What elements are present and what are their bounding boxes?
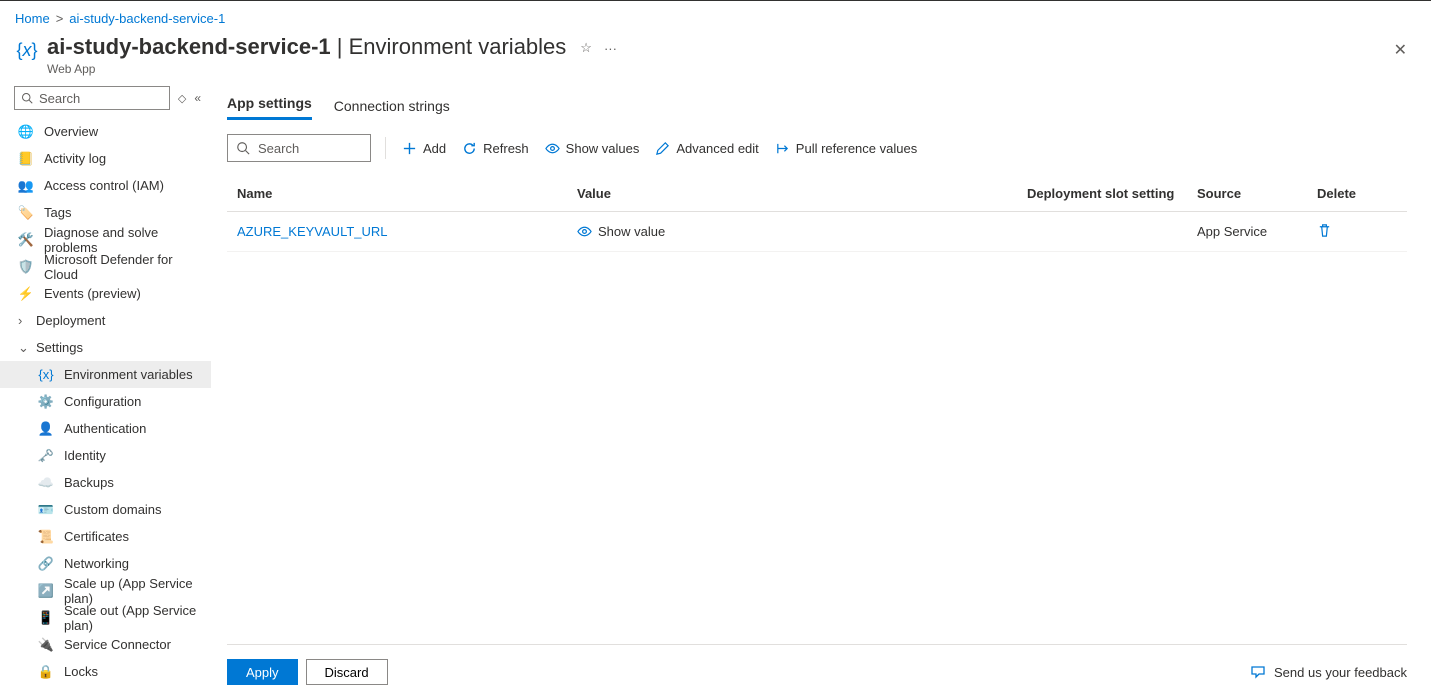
- person-icon: 👤: [38, 421, 54, 437]
- globe-icon: 🌐: [18, 124, 34, 140]
- delete-button[interactable]: [1317, 223, 1397, 241]
- sidebar-item-scale-up[interactable]: ↗️Scale up (App Service plan): [0, 577, 211, 604]
- sidebar-item-authentication[interactable]: 👤Authentication: [0, 415, 211, 442]
- sidebar-search-input[interactable]: Search: [14, 86, 170, 110]
- sidebar-item-networking[interactable]: 🔗Networking: [0, 550, 211, 577]
- sidebar-item-access-control[interactable]: 👥Access control (IAM): [0, 172, 211, 199]
- bolt-icon: ⚡: [18, 286, 34, 302]
- trash-icon: [1317, 223, 1332, 238]
- log-icon: 📒: [18, 151, 34, 167]
- search-icon: [236, 141, 250, 155]
- table-header: Name Value Deployment slot setting Sourc…: [227, 176, 1407, 212]
- shield-icon: 🛡️: [18, 259, 34, 275]
- eye-icon: [545, 141, 560, 156]
- sidebar-item-events[interactable]: ⚡Events (preview): [0, 280, 211, 307]
- chevron-down-icon: ⌄: [18, 340, 28, 356]
- sidebar-item-certificates[interactable]: 📜Certificates: [0, 523, 211, 550]
- col-name[interactable]: Name: [237, 186, 577, 201]
- sidebar-item-locks[interactable]: 🔒Locks: [0, 658, 211, 685]
- sidebar-item-environment-variables[interactable]: {x}Environment variables: [0, 361, 211, 388]
- toolbar: Search Add Refresh Show values Advanced …: [227, 120, 1431, 170]
- col-delete: Delete: [1317, 186, 1397, 201]
- show-value-button[interactable]: Show value: [577, 224, 1027, 239]
- lock-icon: 🔒: [38, 664, 54, 680]
- cert-icon: 📜: [38, 529, 54, 545]
- col-slot[interactable]: Deployment slot setting: [1027, 186, 1197, 201]
- footer: Apply Discard Send us your feedback: [227, 644, 1407, 685]
- sidebar-item-tags[interactable]: 🏷️Tags: [0, 199, 211, 226]
- feedback-icon: [1250, 664, 1266, 680]
- key-icon: 🗝️: [38, 448, 54, 464]
- pencil-icon: [655, 141, 670, 156]
- breadcrumb: Home > ai-study-backend-service-1: [0, 0, 1431, 32]
- scaleout-icon: 📱: [38, 610, 54, 626]
- toolbar-search-input[interactable]: Search: [227, 134, 371, 162]
- more-icon[interactable]: ···: [604, 41, 617, 56]
- sidebar: Search ◇ « 🌐Overview 📒Activity log 👥Acce…: [0, 86, 211, 699]
- scaleup-icon: ↗️: [38, 583, 54, 599]
- brackets-icon: {x}: [38, 367, 54, 383]
- resource-type-label: Web App: [47, 62, 566, 76]
- breadcrumb-current[interactable]: ai-study-backend-service-1: [69, 11, 225, 26]
- close-icon[interactable]: ✕: [1394, 40, 1407, 60]
- apply-button[interactable]: Apply: [227, 659, 298, 685]
- people-icon: 👥: [18, 178, 34, 194]
- sidebar-item-custom-domains[interactable]: 🪪Custom domains: [0, 496, 211, 523]
- table-row: AZURE_KEYVAULT_URL Show value App Servic…: [227, 212, 1407, 252]
- feedback-link[interactable]: Send us your feedback: [1250, 664, 1407, 680]
- refresh-icon: [462, 141, 477, 156]
- sliders-icon: ⚙️: [38, 394, 54, 410]
- sidebar-item-overview[interactable]: 🌐Overview: [0, 118, 211, 145]
- sidebar-group-settings[interactable]: ⌄Settings: [0, 334, 211, 361]
- expand-icon[interactable]: ◇: [178, 92, 186, 105]
- breadcrumb-home[interactable]: Home: [15, 11, 50, 26]
- show-values-button[interactable]: Show values: [543, 139, 642, 158]
- sidebar-item-activity-log[interactable]: 📒Activity log: [0, 145, 211, 172]
- tab-connection-strings[interactable]: Connection strings: [334, 92, 450, 120]
- pull-reference-button[interactable]: Pull reference values: [773, 139, 919, 158]
- connector-icon: 🔌: [38, 637, 54, 653]
- sidebar-item-configuration[interactable]: ⚙️Configuration: [0, 388, 211, 415]
- search-icon: [21, 92, 33, 104]
- tag-icon: 🏷️: [18, 205, 34, 221]
- sidebar-item-identity[interactable]: 🗝️Identity: [0, 442, 211, 469]
- card-icon: 🪪: [38, 502, 54, 518]
- collapse-sidebar-icon[interactable]: «: [194, 91, 201, 105]
- brackets-icon: {x}: [15, 38, 39, 62]
- page-header: {x} ai-study-backend-service-1 | Environ…: [0, 32, 1431, 86]
- sidebar-item-service-connector[interactable]: 🔌Service Connector: [0, 631, 211, 658]
- settings-table: Name Value Deployment slot setting Sourc…: [227, 176, 1407, 252]
- eye-icon: [577, 224, 592, 239]
- network-icon: 🔗: [38, 556, 54, 572]
- source-cell: App Service: [1197, 224, 1317, 239]
- col-source[interactable]: Source: [1197, 186, 1317, 201]
- tab-app-settings[interactable]: App settings: [227, 89, 312, 120]
- wrench-icon: 🛠️: [18, 232, 34, 248]
- sidebar-item-scale-out[interactable]: 📱Scale out (App Service plan): [0, 604, 211, 631]
- chevron-right-icon: ›: [18, 313, 28, 328]
- col-value[interactable]: Value: [577, 186, 1027, 201]
- pull-icon: [775, 141, 790, 156]
- discard-button[interactable]: Discard: [306, 659, 388, 685]
- tabs: App settings Connection strings: [227, 86, 1431, 120]
- sidebar-item-defender[interactable]: 🛡️Microsoft Defender for Cloud: [0, 253, 211, 280]
- sidebar-item-diagnose[interactable]: 🛠️Diagnose and solve problems: [0, 226, 211, 253]
- plus-icon: [402, 141, 417, 156]
- toolbar-divider: [385, 137, 386, 159]
- advanced-edit-button[interactable]: Advanced edit: [653, 139, 760, 158]
- main-panel: App settings Connection strings Search A…: [211, 86, 1431, 699]
- sidebar-item-backups[interactable]: ☁️Backups: [0, 469, 211, 496]
- pin-icon[interactable]: ☆: [580, 40, 592, 56]
- sidebar-group-deployment[interactable]: ›Deployment: [0, 307, 211, 334]
- chevron-right-icon: >: [56, 11, 64, 26]
- add-button[interactable]: Add: [400, 139, 448, 158]
- cloud-icon: ☁️: [38, 475, 54, 491]
- setting-name-link[interactable]: AZURE_KEYVAULT_URL: [237, 224, 577, 239]
- refresh-button[interactable]: Refresh: [460, 139, 531, 158]
- sidebar-nav: 🌐Overview 📒Activity log 👥Access control …: [0, 114, 211, 685]
- page-title: ai-study-backend-service-1 | Environment…: [47, 34, 566, 59]
